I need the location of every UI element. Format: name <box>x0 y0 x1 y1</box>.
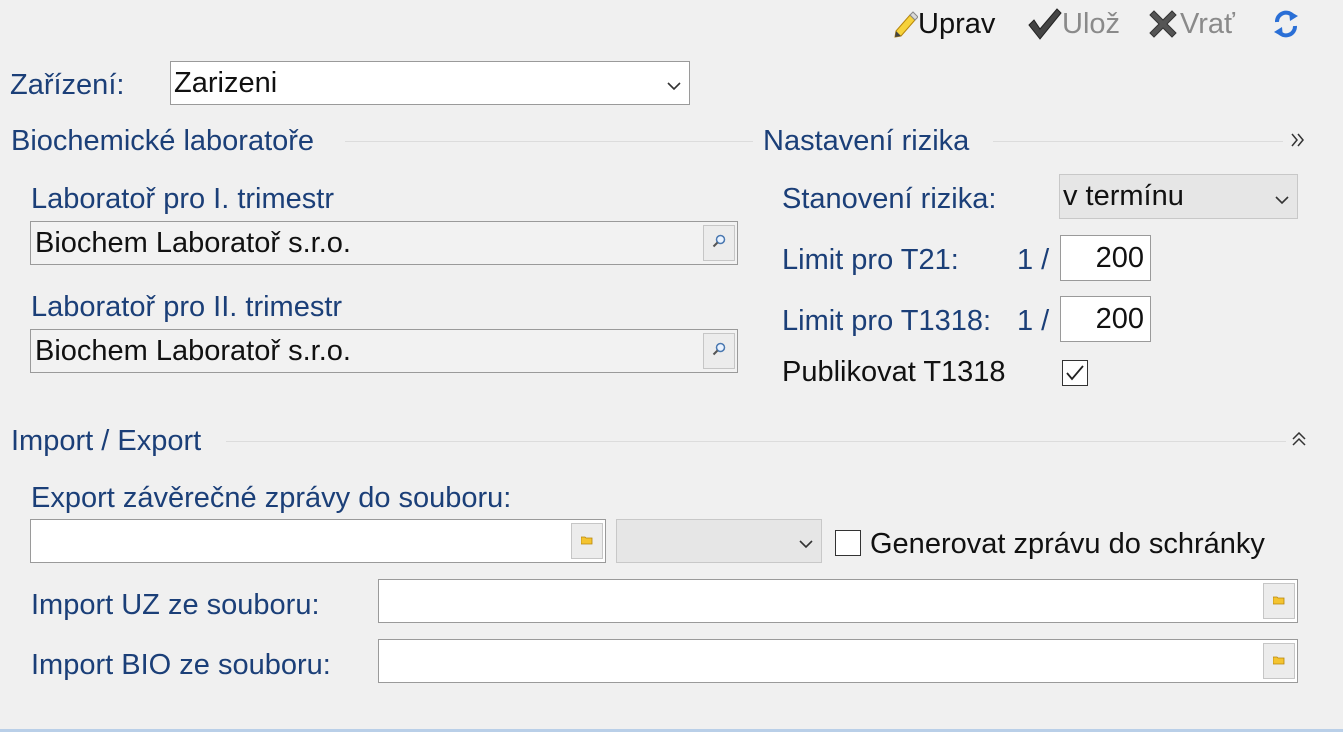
t1318-limit-prefix: 1 / <box>1017 305 1050 337</box>
t21-limit-input[interactable]: 200 <box>1060 235 1151 281</box>
first-trimester-label: Laboratoř pro I. trimestr <box>31 183 334 215</box>
import-uz-browse-button[interactable] <box>1263 583 1295 619</box>
import-export-section-title: Import / Export <box>11 425 202 457</box>
device-select-value: Zarizeni <box>174 66 278 99</box>
revert-label: Vrať <box>1180 7 1235 40</box>
second-trimester-lookup-button[interactable] <box>703 333 735 369</box>
export-browse-button[interactable] <box>571 523 603 559</box>
t21-limit-label: Limit pro T21: <box>782 244 959 276</box>
import-export-divider <box>226 441 1286 442</box>
edit-button[interactable]: Uprav <box>892 4 995 44</box>
labs-section-title: Biochemické laboratoře <box>11 125 315 157</box>
import-uz-label: Import UZ ze souboru: <box>31 589 320 621</box>
refresh-icon <box>1272 7 1300 41</box>
risk-determination-label: Stanovení rizika: <box>782 183 997 215</box>
risk-section-divider <box>993 141 1283 142</box>
t1318-limit-label: Limit pro T1318: <box>782 305 992 337</box>
second-trimester-field: Biochem Laboratoř s.r.o. <box>30 329 738 373</box>
import-uz-path-input[interactable] <box>378 579 1298 623</box>
folder-icon <box>580 532 593 550</box>
second-trimester-value: Biochem Laboratoř s.r.o. <box>35 334 351 367</box>
edit-label: Uprav <box>918 7 996 40</box>
double-chevron-up-icon[interactable] <box>1291 431 1307 451</box>
t21-limit-prefix: 1 / <box>1017 244 1050 276</box>
clipboard-report-label: Generovat zprávu do schránky <box>870 528 1265 560</box>
cross-icon <box>1146 7 1180 41</box>
folder-icon <box>1272 592 1285 610</box>
device-select[interactable]: Zarizeni <box>170 61 690 105</box>
clipboard-report-checkbox[interactable] <box>835 530 861 556</box>
publish-t1318-label: Publikovat T1318 <box>782 356 1006 388</box>
checkmark-icon <box>1026 7 1062 41</box>
save-button[interactable]: Ulož <box>1026 4 1120 44</box>
risk-section-title: Nastavení rizika <box>763 125 970 157</box>
export-report-label: Export závěrečné zprávy do souboru: <box>31 482 512 514</box>
t1318-limit-input[interactable]: 200 <box>1060 296 1151 342</box>
first-trimester-value: Biochem Laboratoř s.r.o. <box>35 226 351 259</box>
t21-limit-value: 200 <box>1095 241 1144 274</box>
refresh-button[interactable] <box>1272 4 1300 44</box>
first-trimester-lookup-button[interactable] <box>703 225 735 261</box>
second-trimester-label: Laboratoř pro II. trimestr <box>31 291 343 323</box>
import-bio-browse-button[interactable] <box>1263 643 1295 679</box>
export-format-select[interactable] <box>616 519 822 563</box>
chevron-down-icon <box>799 536 813 554</box>
first-trimester-field: Biochem Laboratoř s.r.o. <box>30 221 738 265</box>
risk-determination-select[interactable]: v termínu <box>1059 174 1298 219</box>
publish-t1318-checkbox[interactable] <box>1062 360 1088 386</box>
device-label: Zařízení: <box>10 69 125 101</box>
revert-button[interactable]: Vrať <box>1146 4 1235 44</box>
import-bio-label: Import BIO ze souboru: <box>31 649 331 681</box>
magnifier-icon <box>712 342 726 361</box>
labs-section-divider <box>345 141 753 142</box>
pencil-icon <box>892 9 918 39</box>
t1318-limit-value: 200 <box>1095 302 1144 335</box>
risk-determination-value: v termínu <box>1063 180 1184 212</box>
folder-icon <box>1272 652 1285 670</box>
double-chevron-right-icon[interactable] <box>1291 132 1305 153</box>
import-bio-path-input[interactable] <box>378 639 1298 683</box>
save-label: Ulož <box>1062 7 1121 40</box>
export-report-path-input[interactable] <box>30 519 606 563</box>
chevron-down-icon <box>667 78 681 96</box>
magnifier-icon <box>712 234 726 253</box>
chevron-down-icon <box>1275 192 1289 210</box>
